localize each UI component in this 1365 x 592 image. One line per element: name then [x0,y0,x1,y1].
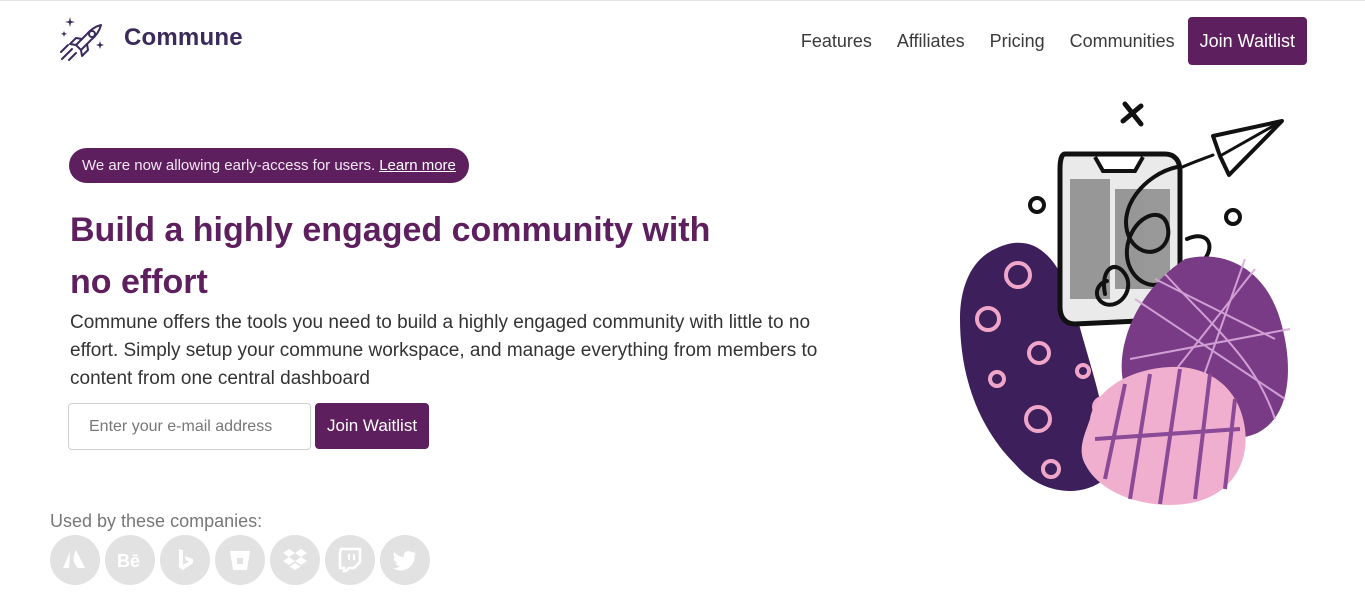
waitlist-form: Join Waitlist [68,403,430,450]
atlassian-icon [50,535,100,585]
email-input[interactable] [68,403,311,450]
badge-text: We are now allowing early-access for use… [82,157,376,174]
brand-name: Commune [124,24,243,51]
early-access-badge: We are now allowing early-access for use… [69,148,469,183]
headline-line-1: Build a highly engaged community with [70,211,711,249]
nav-join-waitlist-button[interactable]: Join Waitlist [1187,17,1307,65]
headline-line-2: no effort [70,263,208,301]
learn-more-link[interactable]: Learn more [379,157,456,174]
bitbucket-icon [215,535,265,585]
hero-illustration [960,101,1291,505]
join-waitlist-button[interactable]: Join Waitlist [315,403,430,449]
twitch-icon [325,535,375,585]
behance-icon: Bē [105,535,155,585]
company-logos: Bē [50,535,435,585]
main-nav: Features Affiliates Pricing Communities … [801,17,1307,65]
nav-communities[interactable]: Communities [1070,17,1175,65]
brand-logo[interactable]: Commune [58,15,243,61]
svg-text:Bē: Bē [117,551,140,571]
hero-headline: Build a highly engaged community with no… [70,204,770,308]
companies-label: Used by these companies: [50,511,263,531]
twitter-icon [380,535,430,585]
nav-features[interactable]: Features [801,17,872,65]
hero-subtext: Commune offers the tools you need to bui… [70,312,818,389]
nav-pricing[interactable]: Pricing [990,17,1045,65]
nav-affiliates[interactable]: Affiliates [897,17,965,65]
rocket-icon [60,17,104,61]
dropbox-icon [270,535,320,585]
bing-icon [160,535,210,585]
